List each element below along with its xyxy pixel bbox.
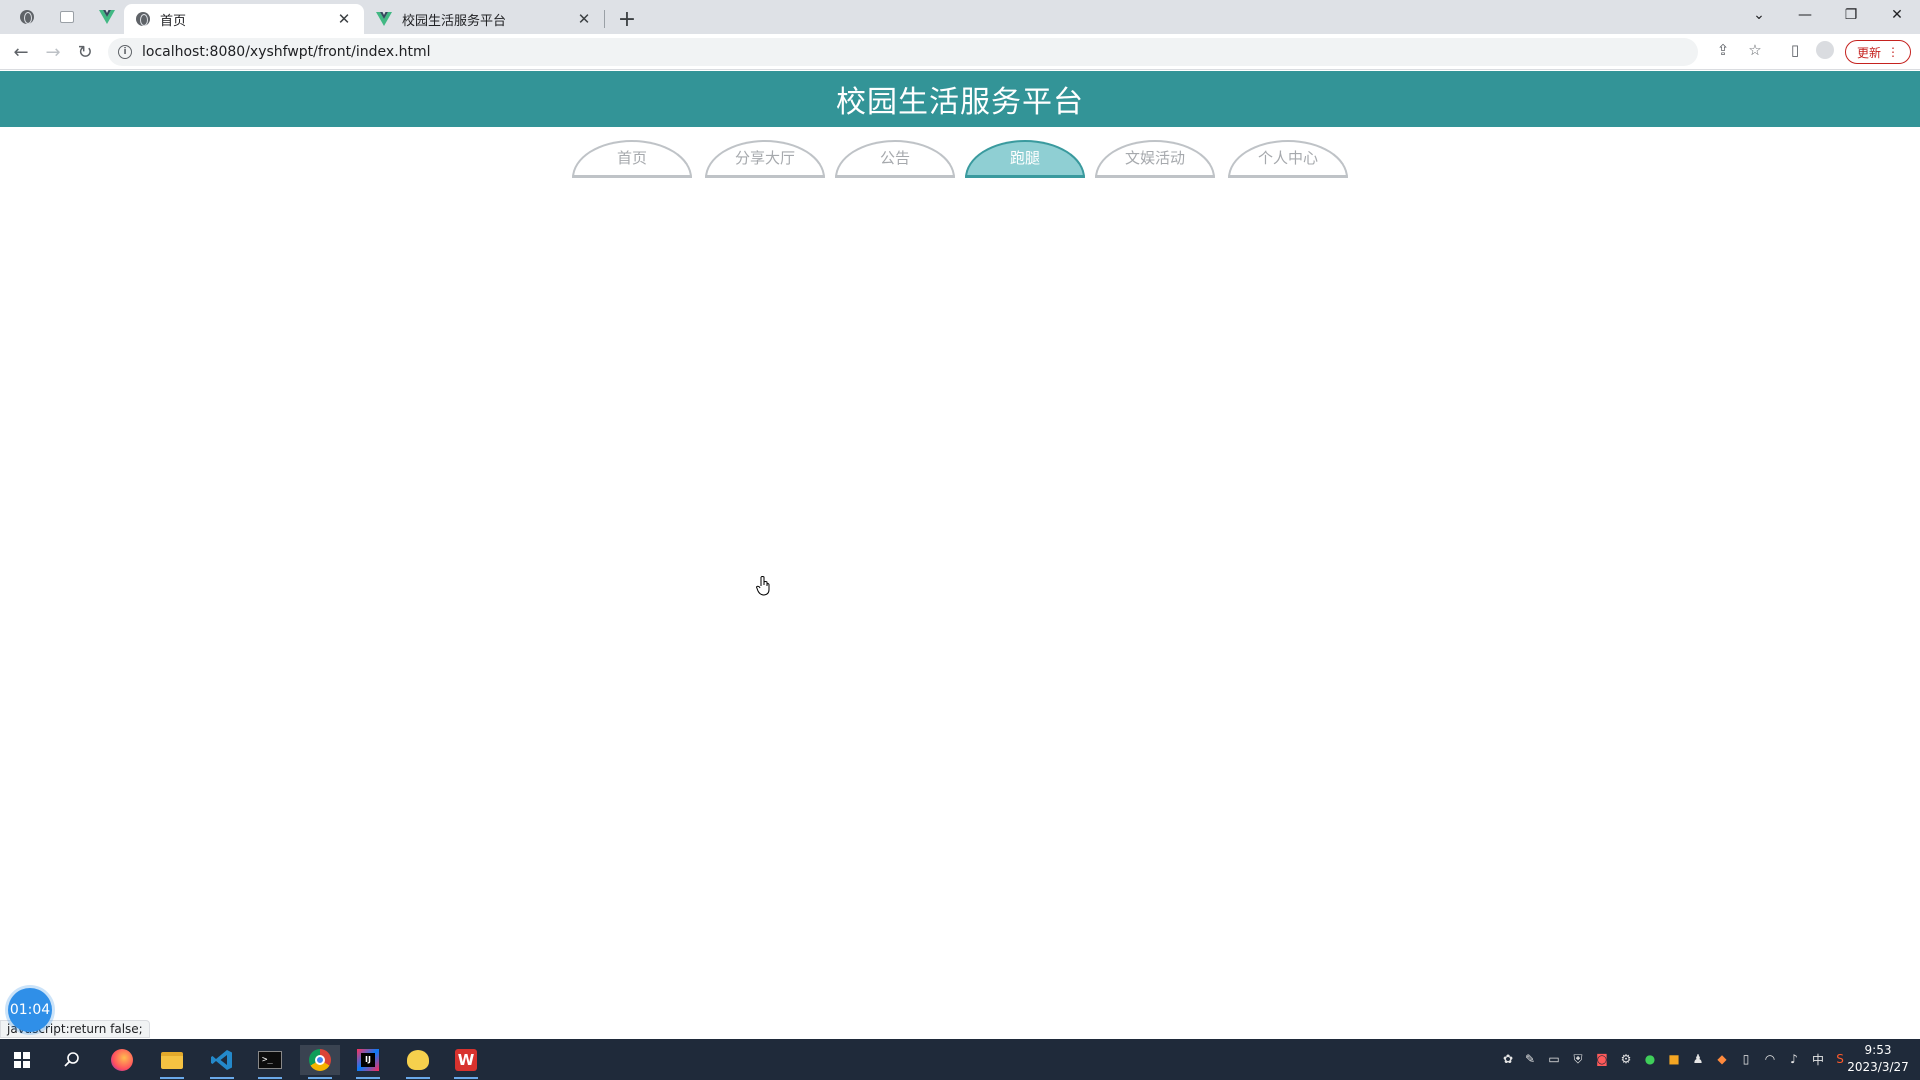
recording-timer[interactable]: 01:04 [8, 988, 52, 1032]
intellij-idea-icon[interactable]: IJ [348, 1045, 388, 1079]
tray-shield-icon[interactable]: ⛨ [1570, 1051, 1586, 1067]
vue-logo-icon [376, 12, 392, 26]
main-nav: 首页 分享大厅 公告 跑腿 文娱活动 个人中心 [0, 140, 1920, 180]
tab-title: 校园生活服务平台 [402, 13, 507, 29]
share-icon[interactable]: ⇪ [1712, 39, 1734, 61]
taskbar: >_ IJ W ✿ ✎ ▭ ⛨ ◙ ⚙ ● ■ ♟ ◆ ▯ ◠ ♪ 中 S 9:… [0, 1039, 1920, 1080]
forward-button[interactable]: → [40, 39, 66, 65]
tray-orange-app-icon[interactable]: ■ [1666, 1051, 1682, 1067]
tray-utility-icon[interactable]: ◆ [1714, 1051, 1730, 1067]
windows-start-icon[interactable] [2, 1045, 42, 1075]
update-label: 更新 [1856, 45, 1881, 60]
globe-icon [136, 12, 150, 26]
chrome-icon[interactable] [300, 1045, 340, 1079]
close-icon[interactable]: ✕ [576, 10, 592, 28]
nav-item-notice[interactable]: 公告 [835, 140, 955, 178]
site-info-icon[interactable]: i [118, 45, 132, 59]
site-header: 校园生活服务平台 [0, 71, 1920, 127]
taskbar-clock[interactable]: 9:53 2023/3/27 [1846, 1042, 1910, 1076]
firefox-icon[interactable] [102, 1045, 142, 1075]
tray-network-app-icon[interactable]: ⚙ [1618, 1051, 1634, 1067]
file-explorer-icon[interactable] [152, 1045, 192, 1079]
blank-page-icon [60, 11, 74, 23]
clock-time: 9:53 [1864, 1043, 1892, 1057]
update-button[interactable]: 更新 ⋮ [1845, 40, 1911, 64]
back-button[interactable]: ← [8, 39, 34, 65]
minimize-button[interactable]: — [1782, 0, 1828, 30]
nav-item-errand[interactable]: 跑腿 [965, 140, 1085, 178]
address-url[interactable]: localhost:8080/xyshfwpt/front/index.html [142, 44, 431, 60]
tab-separator [604, 10, 605, 28]
close-window-button[interactable]: ✕ [1874, 0, 1920, 30]
tray-media-icon[interactable]: ◙ [1594, 1051, 1610, 1067]
search-icon[interactable] [52, 1045, 92, 1075]
tab-platform[interactable]: 校园生活服务平台 ✕ [364, 4, 604, 34]
new-tab-button[interactable]: + [614, 6, 640, 32]
nav-item-share-hall[interactable]: 分享大厅 [705, 140, 825, 178]
tray-folder-icon[interactable]: ▭ [1546, 1051, 1562, 1067]
usb-device-icon[interactable]: ▯ [1738, 1051, 1754, 1067]
pinned-tab[interactable] [52, 4, 82, 30]
vscode-icon[interactable] [202, 1045, 242, 1079]
vue-logo-icon [99, 10, 115, 24]
tray-tool-icon[interactable]: ✎ [1522, 1051, 1538, 1067]
tab-home[interactable]: 首页 ✕ [124, 4, 364, 34]
wechat-icon[interactable]: ● [1642, 1051, 1658, 1067]
globe-icon [20, 10, 34, 24]
more-menu-icon: ⋮ [1887, 45, 1899, 59]
bookmark-star-icon[interactable]: ☆ [1744, 39, 1766, 61]
restore-button[interactable]: ❐ [1828, 0, 1874, 30]
reload-button[interactable]: ↻ [72, 39, 98, 65]
tab-title: 首页 [160, 13, 187, 29]
volume-icon[interactable]: ♪ [1786, 1051, 1802, 1067]
terminal-icon[interactable]: >_ [250, 1045, 290, 1079]
browser-tab-strip: 首页 ✕ 校园生活服务平台 ✕ + ⌄ — ❐ ✕ [0, 0, 1920, 34]
browser-toolbar: ← → ↻ i localhost:8080/xyshfwpt/front/in… [0, 34, 1920, 70]
qq-icon[interactable]: ♟ [1690, 1051, 1706, 1067]
pinned-tab[interactable] [92, 4, 122, 30]
ime-indicator[interactable]: 中 [1810, 1051, 1826, 1067]
address-bar[interactable]: i localhost:8080/xyshfwpt/front/index.ht… [108, 38, 1698, 66]
nav-item-entertainment[interactable]: 文娱活动 [1095, 140, 1215, 178]
profile-avatar-icon[interactable] [1814, 39, 1836, 61]
pinned-tab[interactable] [12, 4, 42, 30]
tray-app-icon[interactable]: ✿ [1500, 1051, 1516, 1067]
nav-item-personal-center[interactable]: 个人中心 [1228, 140, 1348, 178]
site-title: 校园生活服务平台 [836, 85, 1084, 120]
wifi-icon[interactable]: ◠ [1762, 1051, 1778, 1067]
side-panel-icon[interactable]: ▯ [1784, 39, 1806, 61]
nav-item-home[interactable]: 首页 [572, 140, 692, 178]
tab-search-chevron-icon[interactable]: ⌄ [1736, 0, 1782, 30]
hand-cursor-icon [756, 576, 770, 596]
close-icon[interactable]: ✕ [336, 10, 352, 28]
clock-date: 2023/3/27 [1847, 1060, 1909, 1074]
wps-office-icon[interactable]: W [446, 1045, 486, 1079]
chat-app-icon[interactable] [398, 1045, 438, 1079]
